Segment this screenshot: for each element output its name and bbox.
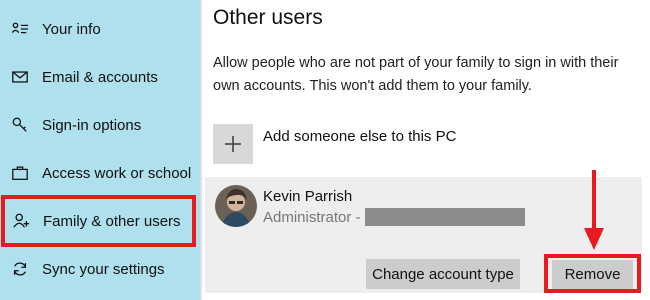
key-icon (9, 114, 31, 136)
settings-window: Your info Email & accounts Sign-in optio… (0, 0, 650, 300)
sidebar-item-label: Family & other users (43, 212, 181, 230)
add-user-label: Add someone else to this PC (263, 128, 457, 145)
sidebar-item-your-info[interactable]: Your info (0, 6, 200, 52)
person-card-icon (9, 18, 31, 40)
sidebar-divider (200, 0, 202, 300)
sidebar-item-label: Sync your settings (42, 260, 165, 278)
remove-button-highlight: Remove (544, 254, 641, 293)
annotation-arrow-icon (584, 170, 604, 250)
sidebar-item-sync-settings[interactable]: Sync your settings (0, 246, 200, 292)
person-add-icon (10, 210, 32, 232)
user-name: Kevin Parrish (263, 188, 353, 205)
sidebar-item-family-other-users[interactable]: Family & other users (1, 195, 196, 247)
sidebar: Your info Email & accounts Sign-in optio… (0, 0, 200, 300)
change-account-type-button[interactable]: Change account type (366, 259, 520, 289)
remove-button[interactable]: Remove (552, 260, 633, 289)
user-account-card[interactable]: Kevin Parrish Administrator - Change acc… (205, 177, 642, 293)
sidebar-item-label: Sign-in options (42, 116, 142, 134)
sidebar-item-label: Email & accounts (42, 68, 158, 86)
sidebar-item-sign-in-options[interactable]: Sign-in options (0, 102, 200, 148)
avatar (215, 185, 257, 227)
page-title: Other users (213, 6, 323, 29)
add-user-button[interactable]: Add someone else to this PC (213, 124, 456, 164)
sidebar-item-email-accounts[interactable]: Email & accounts (0, 54, 200, 100)
sidebar-item-access-work[interactable]: Access work or school (0, 150, 200, 196)
sync-icon (9, 258, 31, 280)
sidebar-item-label: Your info (42, 20, 101, 38)
briefcase-icon (9, 162, 31, 184)
section-description: Allow people who are not part of your fa… (213, 55, 619, 94)
user-role: Administrator - (263, 209, 361, 226)
envelope-icon (9, 66, 31, 88)
redacted-email (365, 208, 525, 226)
sidebar-item-label: Access work or school (42, 164, 192, 182)
plus-icon (213, 124, 253, 164)
